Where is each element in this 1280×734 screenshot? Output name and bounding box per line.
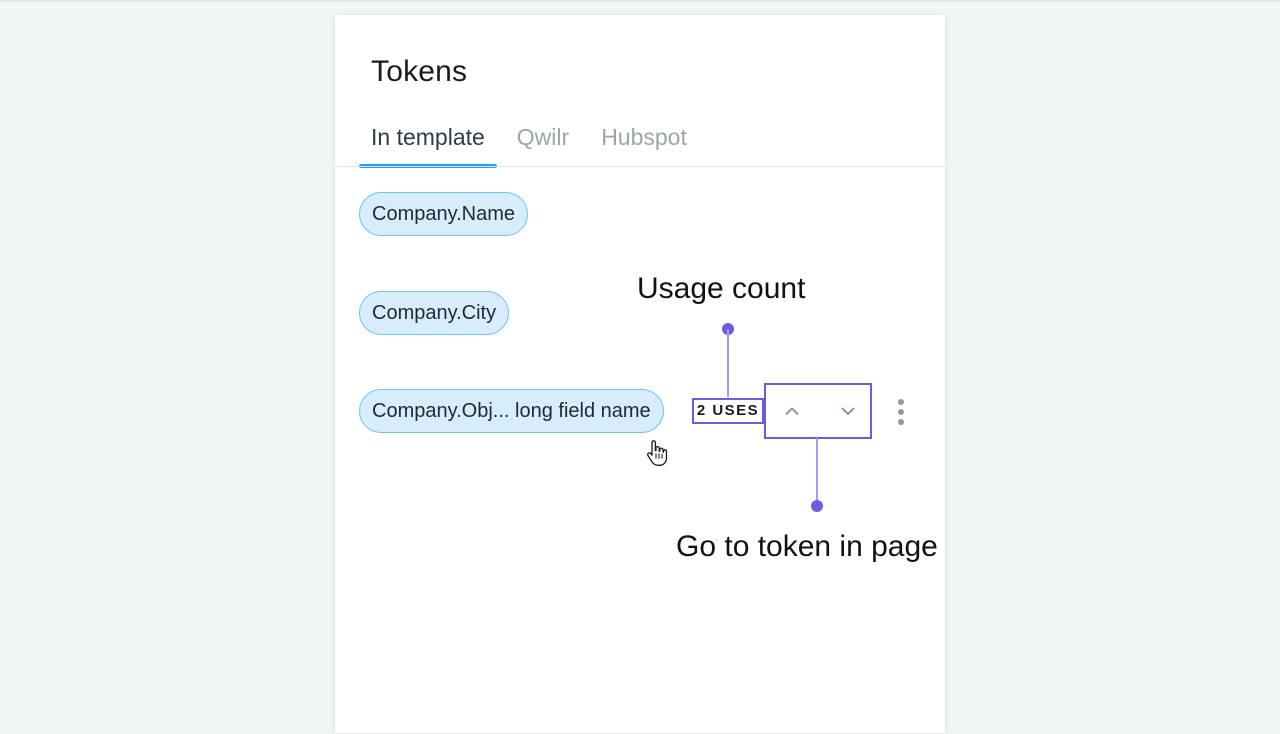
tab-bar: In template Qwilr Hubspot [359, 119, 707, 168]
panel-title: Tokens [371, 55, 468, 88]
go-to-token-annotation-dot [811, 500, 823, 512]
tab-divider [335, 166, 945, 167]
usage-count-annotation: Usage count [637, 272, 806, 305]
tab-hubspot[interactable]: Hubspot [589, 119, 699, 167]
token-company-object-long-field[interactable]: Company.Obj... long field name [359, 389, 664, 433]
top-border [0, 0, 1280, 2]
tab-qwilr[interactable]: Qwilr [505, 119, 581, 167]
token-company-city[interactable]: Company.City [359, 291, 510, 335]
go-to-token-annotation-line [816, 438, 818, 506]
usage-count-badge: 2 USES [692, 398, 764, 424]
tokens-panel: Tokens In template Qwilr Hubspot Company… [334, 14, 946, 734]
vertical-ellipsis-icon [898, 399, 904, 425]
next-occurrence-button[interactable] [836, 399, 860, 423]
go-to-token-annotation: Go to token in page [676, 530, 938, 563]
token-navigation-group [764, 383, 872, 439]
chevron-down-icon [841, 407, 855, 415]
more-options-button[interactable] [893, 397, 909, 427]
token-company-name[interactable]: Company.Name [359, 192, 529, 236]
tab-in-template[interactable]: In template [359, 119, 497, 168]
previous-occurrence-button[interactable] [780, 399, 804, 423]
usage-count-annotation-line [727, 329, 729, 397]
chevron-up-icon [785, 407, 799, 415]
hand-pointer-cursor-icon [645, 439, 669, 467]
